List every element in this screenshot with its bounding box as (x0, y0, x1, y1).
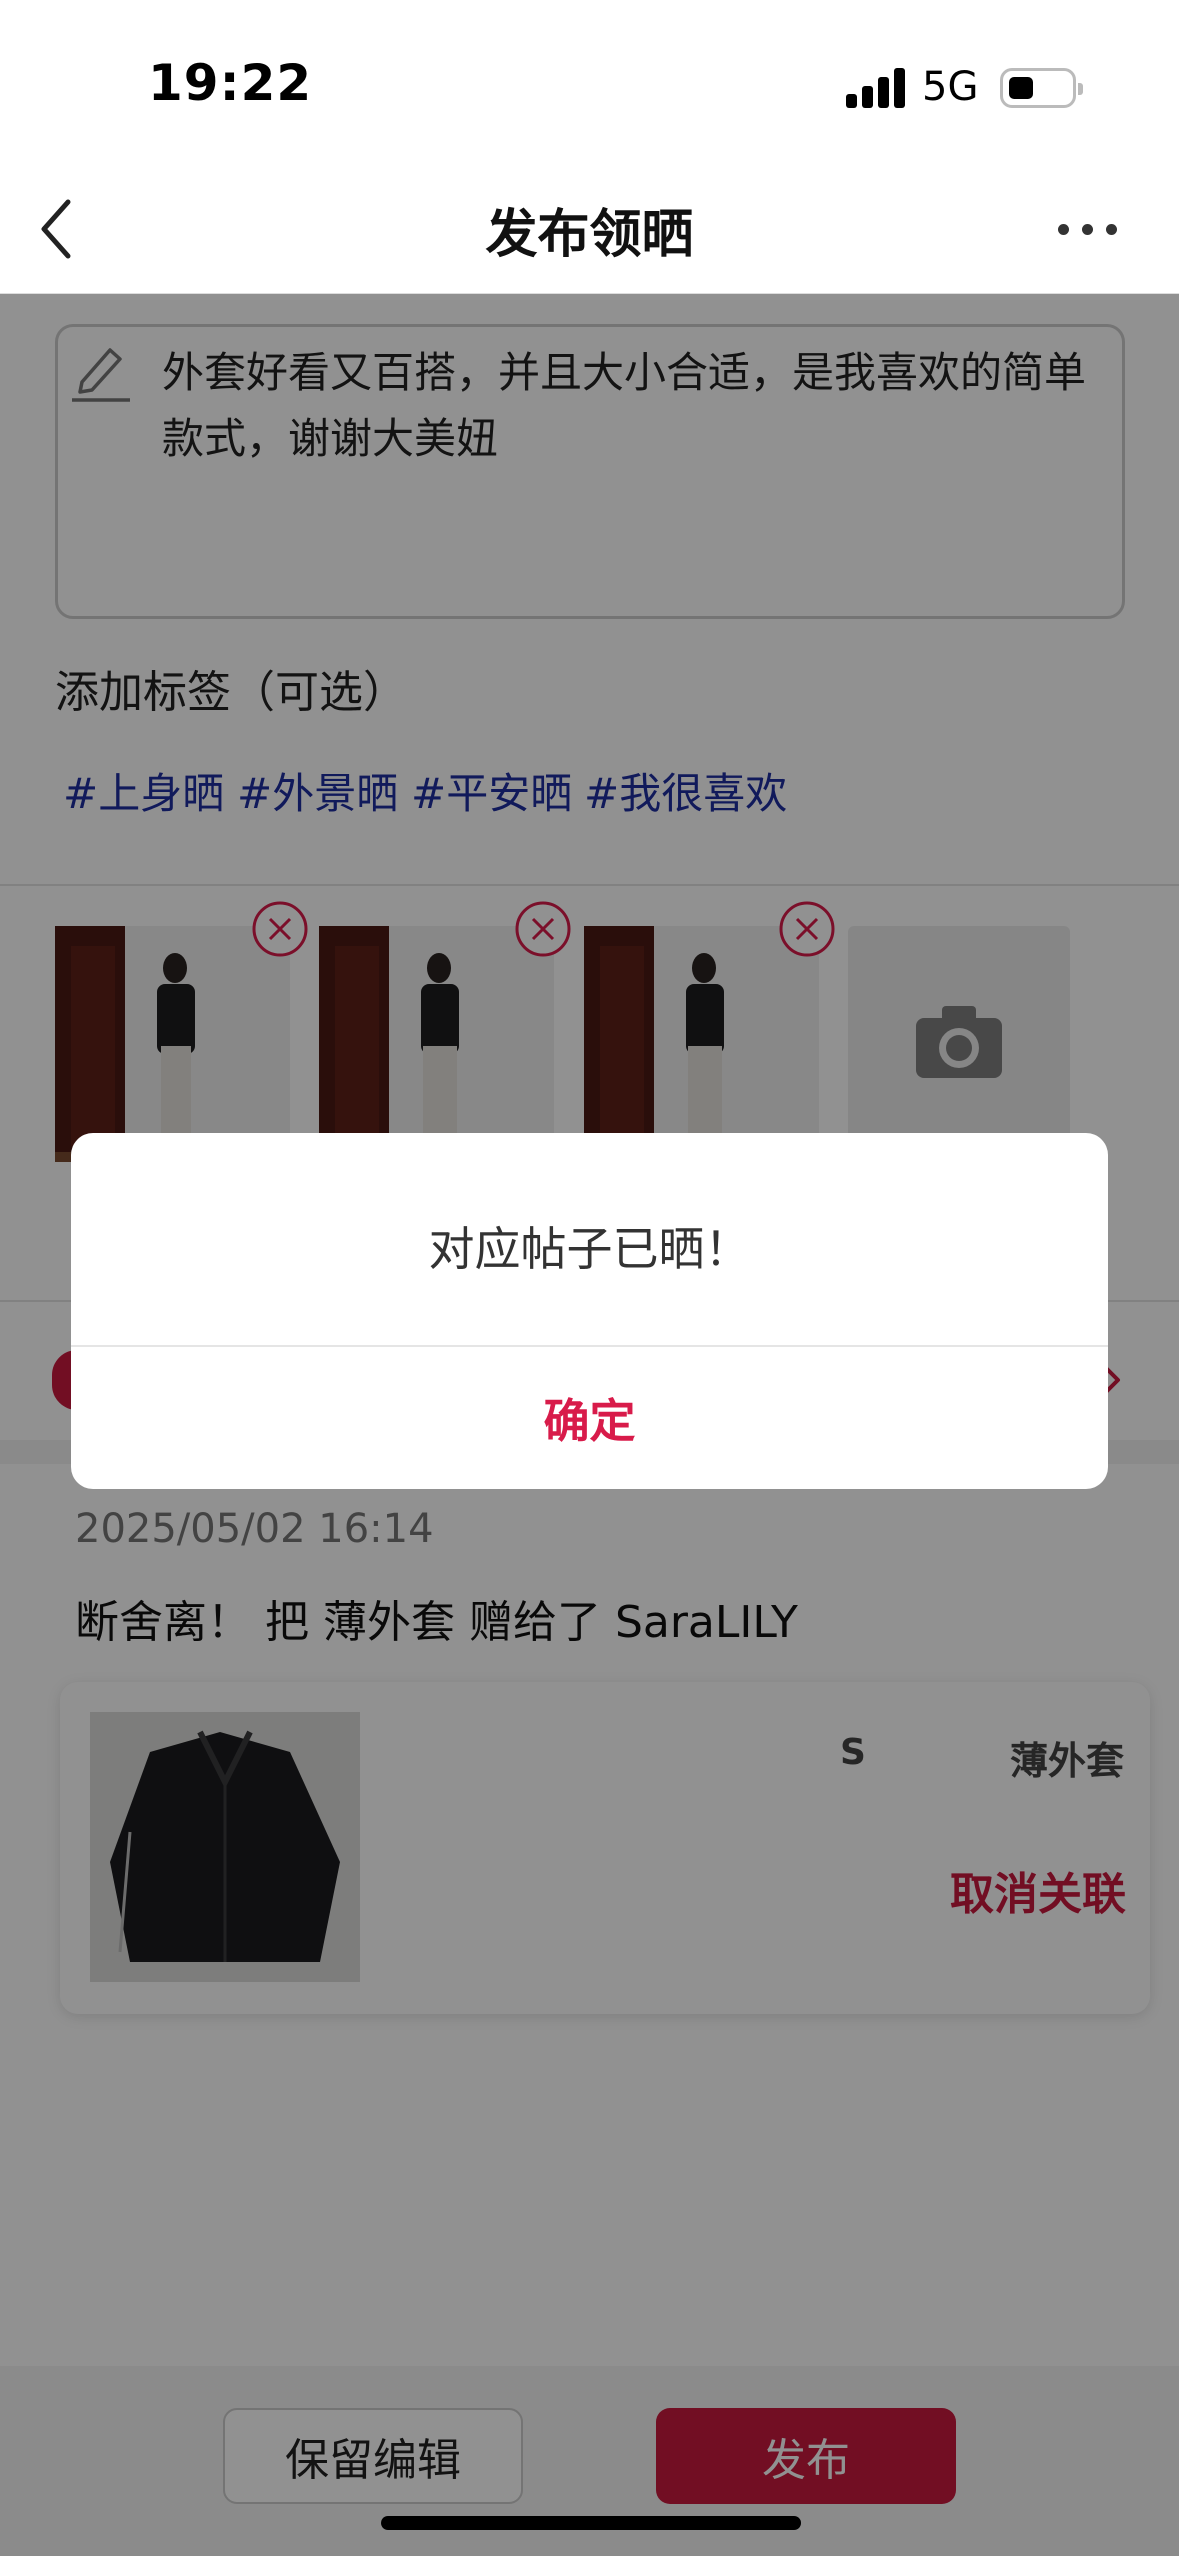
network-label: 5G (922, 64, 979, 110)
battery-icon (1000, 68, 1083, 108)
page-title: 发布领晒 (485, 205, 694, 265)
more-horizontal-icon[interactable] (1058, 220, 1118, 240)
home-indicator (381, 2516, 801, 2530)
signal-icon (846, 66, 906, 108)
status-time: 19:22 (148, 54, 313, 112)
dialog-message: 对应帖子已晒！ (428, 1222, 751, 1276)
confirm-button[interactable]: 确定 (71, 1347, 1108, 1489)
alert-dialog: 对应帖子已晒！ 确定 (71, 1133, 1108, 1489)
